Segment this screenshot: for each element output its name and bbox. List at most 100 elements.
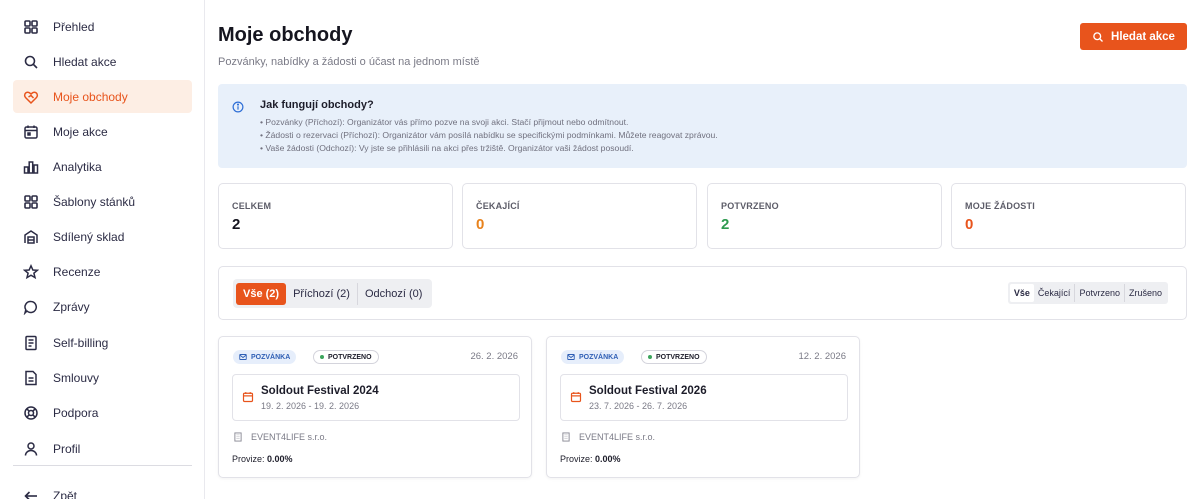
status-filter-confirmed[interactable]: Potvrzeno [1075,284,1124,302]
organizer-name: EVENT4LIFE s.r.o. [579,432,656,442]
type-badge: POZVÁNKA [561,350,625,364]
back-label: Zpět [53,488,78,499]
chat-icon [23,299,39,315]
search-events-label: Hledat akce [1111,30,1175,43]
status-filter: Vše Čekající Potvrzeno Zrušeno [1007,282,1168,304]
stat-value: 0 [476,216,485,233]
tab-outgoing[interactable]: Odchozí (0) [358,283,429,305]
sidebar-item-zpravy[interactable]: Zprávy [13,290,192,323]
status-badge: POTVRZENO [641,350,707,364]
commission: Provize: 0.00% [232,454,293,464]
stat-label: CELKEM [232,201,272,211]
sidebar-item-smlouvy[interactable]: Smlouvy [13,361,192,394]
building-icon [562,432,570,442]
status-badge-label: POTVRZENO [656,353,700,361]
grid-icon [23,19,39,35]
sidebar-item-label: Self-billing [53,335,109,350]
mail-icon [239,354,247,360]
event-name: Soldout Festival 2024 [261,385,379,397]
stat-label: POTVRZENO [721,201,779,211]
stat-label: ČEKAJÍCÍ [476,201,520,211]
stat-value: 0 [965,216,974,233]
deal-date: 26. 2. 2026 [470,351,518,362]
sidebar-item-sdileny-sklad[interactable]: Sdílený sklad [13,220,192,253]
commission-label: Provize: [232,454,265,464]
info-icon [232,101,244,113]
document-icon [23,370,39,386]
stat-card-my-requests: MOJE ŽÁDOSTI 0 [951,183,1186,249]
sidebar-item-podpora[interactable]: Podpora [13,396,192,429]
sidebar-item-label: Moje akce [53,124,108,139]
event-name: Soldout Festival 2026 [589,385,707,397]
sidebar-item-label: Analytika [53,159,102,174]
search-icon [1093,31,1104,42]
arrow-left-icon [23,488,39,499]
status-badge: POTVRZENO [313,350,379,364]
deal-card[interactable]: POZVÁNKA POTVRZENO 12. 2. 2026 Soldout F… [546,336,860,478]
event-dates: 19. 2. 2026 - 19. 2. 2026 [261,401,360,411]
search-icon [23,54,39,70]
warehouse-icon [23,229,39,245]
calendar-icon [23,124,39,140]
sidebar-item-profil[interactable]: Profil [13,432,192,465]
info-title: Jak fungují obchody? [260,99,374,111]
sidebar-item-label: Moje obchody [53,89,128,104]
type-badge-label: POZVÁNKA [251,353,291,361]
sidebar: Přehled Hledat akce Moje obchody Moje ak… [0,0,205,499]
commission: Provize: 0.00% [560,454,621,464]
sidebar-item-label: Přehled [53,19,95,34]
stat-card-pending: ČEKAJÍCÍ 0 [462,183,697,249]
commission-label: Provize: [560,454,593,464]
event-box[interactable]: Soldout Festival 2026 23. 7. 2026 - 26. … [560,374,848,421]
sidebar-item-moje-akce[interactable]: Moje akce [13,115,192,148]
tab-incoming[interactable]: Příchozí (2) [286,283,357,305]
sidebar-item-hledat-akce[interactable]: Hledat akce [13,45,192,78]
star-icon [23,263,39,280]
sidebar-item-self-billing[interactable]: Self-billing [13,326,192,359]
info-box: Jak fungují obchody? • Pozvánky (Příchoz… [218,84,1187,168]
sidebar-item-label: Profil [53,441,81,456]
type-badge: POZVÁNKA [233,350,297,364]
sidebar-item-analytika[interactable]: Analytika [13,150,192,183]
status-filter-pending[interactable]: Čekající [1034,284,1075,302]
receipt-icon [23,335,39,351]
commission-value: 0.00% [267,454,293,464]
type-badge-label: POZVÁNKA [579,353,619,361]
event-box[interactable]: Soldout Festival 2024 19. 2. 2026 - 19. … [232,374,520,421]
sidebar-item-label: Šablony stánků [53,194,136,209]
grid-icon [23,194,39,210]
status-dot-icon [648,355,652,359]
sidebar-item-label: Recenze [53,264,101,279]
building-icon [234,432,242,442]
sidebar-item-label: Sdílený sklad [53,229,125,244]
search-events-button[interactable]: Hledat akce [1080,23,1187,50]
sidebar-item-moje-obchody[interactable]: Moje obchody [13,80,192,113]
sidebar-item-label: Smlouvy [53,370,100,385]
stat-value: 2 [721,216,730,233]
calendar-icon [570,392,582,403]
stat-card-confirmed: POTVRZENO 2 [707,183,942,249]
deal-card[interactable]: POZVÁNKA POTVRZENO 26. 2. 2026 Soldout F… [218,336,532,478]
page-subtitle: Pozvánky, nabídky a žádosti o účast na j… [218,56,480,68]
stat-card-total: CELKEM 2 [218,183,453,249]
status-filter-cancelled[interactable]: Zrušeno [1125,284,1166,302]
status-dot-icon [320,355,324,359]
info-line: • Vaše žádosti (Odchozí): Vy jste se při… [260,143,634,153]
sidebar-item-label: Zprávy [53,299,90,314]
stat-value: 2 [232,216,241,233]
info-line: • Žádosti o rezervaci (Příchozí): Organi… [260,130,718,140]
deal-date: 12. 2. 2026 [798,351,846,362]
sidebar-item-prehled[interactable]: Přehled [13,10,192,43]
tab-all[interactable]: Vše (2) [236,282,287,305]
sidebar-item-label: Podpora [53,405,99,420]
info-line: • Pozvánky (Příchozí): Organizátor vás p… [260,117,629,127]
direction-tabs: Vše (2) Příchozí (2) Odchozí (0) [233,279,433,308]
sidebar-item-sablony-stanku[interactable]: Šablony stánků [13,185,192,218]
sidebar-item-label: Hledat akce [53,54,117,69]
sidebar-item-recenze[interactable]: Recenze [13,255,192,288]
status-filter-all[interactable]: Vše [1009,284,1034,302]
page-title: Moje obchody [218,24,353,46]
bar-chart-icon [23,159,39,175]
back-button[interactable]: Zpět [13,479,192,499]
lifebuoy-icon [23,405,39,421]
